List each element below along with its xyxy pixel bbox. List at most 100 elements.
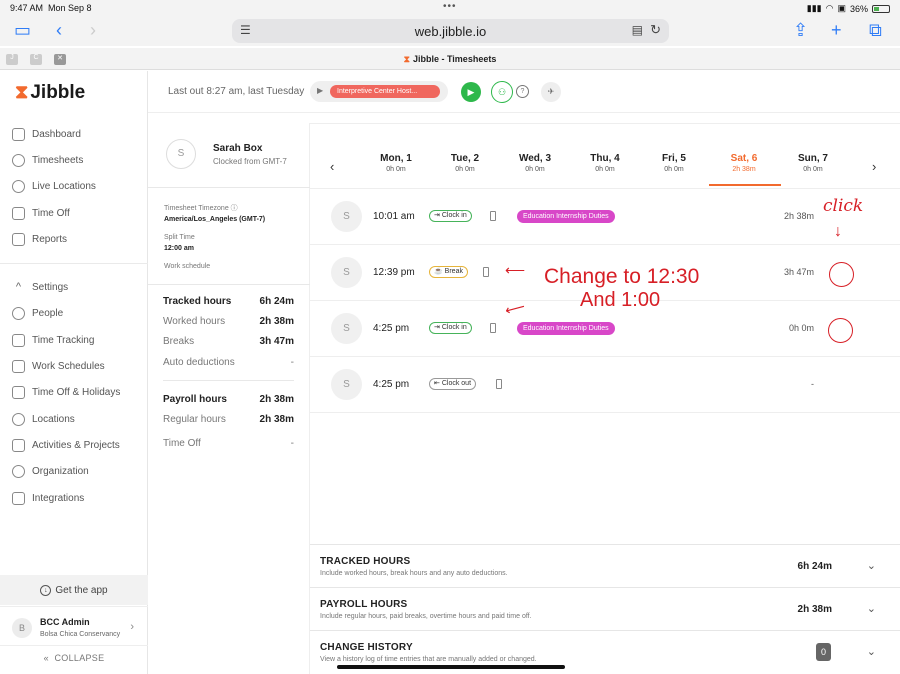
split-time-label: Split Time bbox=[164, 234, 195, 241]
time-entry-row[interactable]: S 4:25 pm ⇤ Clock out - bbox=[310, 357, 900, 413]
day-thu[interactable]: Thu, 4 0h 0m bbox=[573, 153, 637, 173]
week-selector: ‹ Mon, 1 0h 0m Tue, 2 0h 0m Wed, 3 0h 0m Th… bbox=[310, 123, 900, 189]
change-count-badge: 0 bbox=[816, 643, 831, 661]
split-time-value: 12:00 am bbox=[164, 245, 194, 252]
help-button[interactable]: ? bbox=[516, 85, 529, 98]
sidebar-item-dashboard[interactable]: Dashboard bbox=[12, 125, 81, 143]
jibble-logo-icon: ⧗ bbox=[15, 82, 29, 103]
address-bar[interactable]: ☰ web.jibble.io ▤ ↻ bbox=[232, 19, 669, 43]
entry-avatar: S bbox=[331, 201, 362, 232]
tracked-hours-row[interactable]: TRACKED HOURS Include worked hours, brea… bbox=[310, 544, 900, 587]
employee-name[interactable]: Sarah Box bbox=[213, 143, 262, 154]
play-icon: ▶ bbox=[467, 87, 475, 97]
entry-time[interactable]: 12:39 pm bbox=[373, 267, 415, 278]
entry-type-badge: ⇥ Clock in bbox=[429, 322, 472, 334]
sidebar-item-integrations[interactable]: Integrations bbox=[12, 489, 84, 507]
annotation-circle bbox=[828, 318, 853, 343]
tag-icon bbox=[12, 438, 25, 452]
active-day-indicator bbox=[709, 184, 781, 186]
sidebar-item-time-off[interactable]: Time Off bbox=[12, 204, 70, 222]
gear-icon bbox=[12, 464, 25, 478]
new-tab-icon[interactable]: + bbox=[831, 20, 842, 40]
active-tab[interactable]: ⧗ Jibble - Timesheets bbox=[0, 54, 900, 65]
time-tracking-icon bbox=[12, 333, 25, 347]
account-menu[interactable]: B BCC Admin Bolsa Chica Conservancy › bbox=[0, 606, 148, 646]
device-icon bbox=[483, 267, 489, 277]
tabs-overview-icon[interactable]: ⧉ bbox=[869, 20, 882, 40]
page-header: Last out 8:27 am, last Tuesday ▶ Interpr… bbox=[148, 71, 900, 113]
sidebar-item-time-tracking[interactable]: Time Tracking bbox=[12, 331, 94, 349]
get-the-app-button[interactable]: ↓ Get the app bbox=[0, 575, 148, 605]
back-icon[interactable]: ‹ bbox=[56, 20, 62, 40]
entry-avatar: S bbox=[331, 313, 362, 344]
browser-toolbar: ▭ ‹ › ☰ web.jibble.io ▤ ↻ ⇪ + ⧉ bbox=[0, 16, 900, 46]
double-chevron-left-icon: « bbox=[43, 653, 49, 663]
previous-week-icon[interactable]: ‹ bbox=[330, 159, 334, 174]
sidebar-item-activities-projects[interactable]: Activities & Projects bbox=[12, 436, 120, 454]
question-icon: ? bbox=[520, 88, 525, 95]
employee-info-panel: S Sarah Box Clocked from GMT-7 Timesheet… bbox=[148, 123, 310, 674]
dashboard-icon bbox=[12, 127, 25, 141]
sidebar-item-reports[interactable]: Reports bbox=[12, 230, 67, 248]
quick-action-button[interactable]: ✈ bbox=[541, 82, 561, 102]
sidebar-item-settings[interactable]: ^ Settings bbox=[12, 278, 68, 296]
entry-time[interactable]: 10:01 am bbox=[373, 211, 415, 222]
chevron-down-icon[interactable]: ⌄ bbox=[867, 602, 876, 615]
tab-title: Jibble - Timesheets bbox=[412, 54, 497, 64]
ios-status-bar: 9:47 AM Mon Sep 8 ••• ▮▮▮ ◠ ▣ 36% bbox=[0, 0, 900, 16]
jibble-logo[interactable]: ⧗ Jibble bbox=[15, 82, 85, 104]
entry-type-badge: ☕ Break bbox=[429, 266, 468, 278]
collapse-button[interactable]: « COLLAPSE bbox=[0, 653, 148, 663]
day-sun[interactable]: Sun, 7 0h 0m bbox=[781, 153, 845, 173]
time-off-icon bbox=[12, 206, 25, 220]
sidebar-item-timesheets[interactable]: Timesheets bbox=[12, 151, 83, 169]
person-icon: ⚇ bbox=[497, 87, 507, 97]
wifi-icon: ◠ bbox=[825, 3, 834, 13]
time-entry-row[interactable]: S 10:01 am ⇥ Clock in Education Internsh… bbox=[310, 189, 900, 245]
schedule-icon bbox=[12, 359, 25, 373]
battery-icon bbox=[872, 4, 890, 13]
entry-time[interactable]: 4:25 pm bbox=[373, 323, 409, 334]
payroll-hours-row[interactable]: PAYROLL HOURS Include regular hours, pai… bbox=[310, 587, 900, 630]
next-week-icon[interactable]: › bbox=[872, 159, 876, 174]
chevron-down-icon[interactable]: ⌄ bbox=[867, 645, 876, 658]
clock-out-icon: ⇤ bbox=[434, 380, 440, 387]
clock-in-button[interactable]: ▶ bbox=[461, 82, 481, 102]
entry-time[interactable]: 4:25 pm bbox=[373, 379, 409, 390]
stat-payroll-hours: Payroll hours 2h 38m bbox=[163, 394, 294, 405]
clocked-from: Clocked from GMT-7 bbox=[213, 157, 287, 166]
day-tue[interactable]: Tue, 2 0h 0m bbox=[433, 153, 497, 173]
stat-tracked-hours: Tracked hours 6h 24m bbox=[163, 296, 294, 307]
organization-name: Bolsa Chica Conservancy bbox=[40, 631, 121, 638]
forward-icon[interactable]: › bbox=[90, 20, 96, 40]
sidebar-item-work-schedules[interactable]: Work Schedules bbox=[12, 357, 105, 375]
sidebar-item-live-locations[interactable]: Live Locations bbox=[12, 177, 96, 195]
stat-regular-hours: Regular hours 2h 38m bbox=[163, 414, 294, 425]
chevron-down-icon[interactable]: ⌄ bbox=[867, 559, 876, 572]
chevron-right-icon: › bbox=[130, 621, 134, 633]
reload-icon[interactable]: ↻ bbox=[650, 22, 661, 38]
day-fri[interactable]: Fri, 5 0h 0m bbox=[642, 153, 706, 173]
info-icon[interactable]: ⓘ bbox=[231, 205, 238, 212]
share-icon[interactable]: ⇪ bbox=[793, 20, 808, 40]
reader-icon[interactable]: ▤ bbox=[632, 23, 643, 37]
sidebar-item-locations[interactable]: Locations bbox=[12, 410, 75, 428]
entry-activity-badge: Education Internship Duties bbox=[517, 322, 615, 335]
sidebar-item-time-off-holidays[interactable]: Time Off & Holidays bbox=[12, 383, 120, 401]
sidebar-item-organization[interactable]: Organization bbox=[12, 462, 89, 480]
info-divider bbox=[148, 187, 310, 188]
day-mon[interactable]: Mon, 1 0h 0m bbox=[364, 153, 428, 173]
clock-in-person-button[interactable]: ⚇ bbox=[491, 81, 513, 103]
day-wed[interactable]: Wed, 3 0h 0m bbox=[503, 153, 567, 173]
stat-time-off: Time Off - bbox=[163, 438, 294, 449]
sidebar-item-people[interactable]: People bbox=[12, 304, 63, 322]
employee-avatar: S bbox=[166, 139, 196, 169]
activity-selector[interactable]: ▶ Interpretive Center Host... bbox=[310, 81, 448, 102]
day-sat[interactable]: Sat, 6 2h 38m bbox=[709, 153, 781, 186]
entry-avatar: S bbox=[331, 369, 362, 400]
work-schedule-label: Work schedule bbox=[164, 263, 211, 270]
coffee-icon: ☕ bbox=[434, 268, 443, 275]
sidebar-toggle-icon[interactable]: ▭ bbox=[14, 20, 31, 40]
device-icon bbox=[490, 323, 496, 333]
multitask-dots-icon[interactable]: ••• bbox=[443, 1, 457, 12]
